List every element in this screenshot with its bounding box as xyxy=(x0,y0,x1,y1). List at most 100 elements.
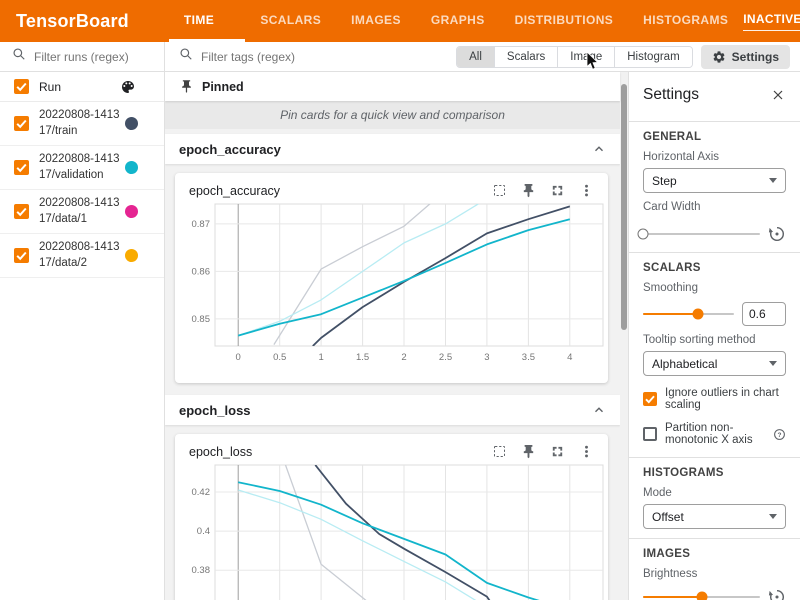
scalars-heading: SCALARS xyxy=(643,262,786,274)
epoch-loss-chart[interactable]: 0.360.380.40.42 xyxy=(181,461,611,600)
svg-text:2.5: 2.5 xyxy=(439,352,452,363)
filter-tags-row xyxy=(165,47,456,66)
slider-thumb[interactable] xyxy=(696,592,707,600)
tab-histograms[interactable]: HISTOGRAMS xyxy=(628,0,743,42)
filter-runs-row xyxy=(0,42,164,72)
app-header: TensorBoard TIME SERIES SCALARS IMAGES G… xyxy=(0,0,800,42)
section-epoch-loss[interactable]: epoch_loss xyxy=(165,395,620,425)
brightness-label: Brightness xyxy=(643,568,786,580)
pin-icon[interactable] xyxy=(521,444,536,459)
slider-thumb[interactable] xyxy=(692,309,703,320)
reset-icon[interactable] xyxy=(768,225,786,243)
more-options-icon[interactable] xyxy=(579,444,594,459)
chevron-up-icon xyxy=(592,142,606,156)
card-header: epoch_accuracy xyxy=(181,179,602,200)
svg-text:4: 4 xyxy=(567,352,572,363)
filter-tags-input[interactable] xyxy=(201,50,442,64)
fullscreen-icon[interactable] xyxy=(550,444,565,459)
run-column-label: Run xyxy=(39,80,61,94)
filter-runs-input[interactable] xyxy=(34,50,152,64)
svg-text:1: 1 xyxy=(318,352,323,363)
run-checkbox[interactable] xyxy=(14,248,29,263)
run-item-validation[interactable]: 20220808-141317/validation xyxy=(0,146,164,190)
chip-scalars[interactable]: Scalars xyxy=(494,47,557,67)
run-item-data-1[interactable]: 20220808-141317/data/1 xyxy=(0,190,164,234)
card-title: epoch_accuracy xyxy=(189,184,280,198)
svg-text:0.4: 0.4 xyxy=(197,526,210,537)
slider-thumb[interactable] xyxy=(638,229,649,240)
epoch-accuracy-chart[interactable]: 00.511.522.533.540.850.860.87 xyxy=(181,200,611,368)
chevron-down-icon xyxy=(769,361,777,366)
tab-images[interactable]: IMAGES xyxy=(336,0,416,42)
tab-graphs[interactable]: GRAPHS xyxy=(416,0,500,42)
section-epoch-accuracy[interactable]: epoch_accuracy xyxy=(165,134,620,164)
tooltip-sorting-label: Tooltip sorting method xyxy=(643,334,786,346)
histogram-mode-value: Offset xyxy=(652,510,684,524)
pin-icon[interactable] xyxy=(521,183,536,198)
settings-button[interactable]: Settings xyxy=(701,45,790,69)
chevron-down-icon xyxy=(769,514,777,519)
gear-icon xyxy=(712,50,726,64)
horizontal-axis-select[interactable]: Step xyxy=(643,168,786,193)
scrollbar[interactable] xyxy=(620,72,628,600)
chevron-up-icon xyxy=(592,403,606,417)
fit-to-data-icon[interactable] xyxy=(492,444,507,459)
ignore-outliers-checkbox[interactable] xyxy=(643,392,657,406)
tags-toolbar: All Scalars Image Histogram Settings xyxy=(165,42,800,72)
palette-icon[interactable] xyxy=(120,79,136,95)
card-epoch-accuracy: epoch_accuracy 00.511.522.533.540.850.86… xyxy=(175,173,608,383)
run-checkbox[interactable] xyxy=(14,116,29,131)
nav-tabs: TIME SERIES SCALARS IMAGES GRAPHS DISTRI… xyxy=(169,0,743,42)
svg-text:0.38: 0.38 xyxy=(192,565,211,576)
reload-status-select[interactable]: INACTIVE xyxy=(743,12,800,31)
partition-x-axis-checkbox[interactable] xyxy=(643,427,657,441)
horizontal-axis-value: Step xyxy=(652,174,677,188)
reset-icon[interactable] xyxy=(768,588,786,600)
svg-text:0: 0 xyxy=(236,352,241,363)
settings-panel-title: Settings xyxy=(643,86,699,104)
run-name: 20220808-141317/train xyxy=(39,108,125,139)
fit-to-data-icon[interactable] xyxy=(492,183,507,198)
tab-time-series[interactable]: TIME SERIES xyxy=(169,0,245,42)
tab-distributions[interactable]: DISTRIBUTIONS xyxy=(500,0,629,42)
horizontal-axis-label: Horizontal Axis xyxy=(643,151,786,163)
partition-x-axis-row[interactable]: Partition non-monotonic X axis xyxy=(643,422,786,446)
svg-text:2: 2 xyxy=(401,352,406,363)
fullscreen-icon[interactable] xyxy=(550,183,565,198)
app-logo: TensorBoard xyxy=(16,11,129,32)
run-item-data-2[interactable]: 20220808-141317/data/2 xyxy=(0,234,164,278)
help-icon[interactable] xyxy=(773,428,786,441)
svg-text:0.86: 0.86 xyxy=(192,266,211,277)
run-checkbox[interactable] xyxy=(14,160,29,175)
partition-x-axis-label: Partition non-monotonic X axis xyxy=(665,422,765,446)
search-icon xyxy=(12,47,26,66)
svg-text:0.42: 0.42 xyxy=(192,487,211,498)
close-icon[interactable] xyxy=(770,87,786,103)
tab-scalars[interactable]: SCALARS xyxy=(245,0,336,42)
run-color-dot xyxy=(125,117,138,130)
chip-image[interactable]: Image xyxy=(557,47,614,67)
chip-all[interactable]: All xyxy=(457,47,494,67)
run-checkbox[interactable] xyxy=(14,204,29,219)
smoothing-value-input[interactable] xyxy=(742,302,786,326)
ignore-outliers-row[interactable]: Ignore outliers in chart scaling xyxy=(643,387,786,411)
chevron-down-icon xyxy=(769,178,777,183)
reload-status-label: INACTIVE xyxy=(743,12,800,26)
select-all-runs-checkbox[interactable] xyxy=(14,79,29,94)
tooltip-sorting-select[interactable]: Alphabetical xyxy=(643,351,786,376)
chip-histogram[interactable]: Histogram xyxy=(614,47,691,67)
brightness-slider[interactable] xyxy=(643,591,760,600)
run-color-dot xyxy=(125,205,138,218)
more-options-icon[interactable] xyxy=(579,183,594,198)
card-width-slider[interactable] xyxy=(643,228,760,240)
section-title: epoch_loss xyxy=(179,403,251,418)
smoothing-slider[interactable] xyxy=(643,308,734,320)
pinned-section-header: Pinned xyxy=(165,72,620,101)
histograms-heading: HISTOGRAMS xyxy=(643,467,786,479)
ignore-outliers-label: Ignore outliers in chart scaling xyxy=(665,387,786,411)
card-actions xyxy=(492,444,594,459)
scrollbar-thumb[interactable] xyxy=(621,84,627,330)
run-item-train[interactable]: 20220808-141317/train xyxy=(0,102,164,146)
histogram-mode-select[interactable]: Offset xyxy=(643,504,786,529)
card-header: epoch_loss xyxy=(181,440,602,461)
